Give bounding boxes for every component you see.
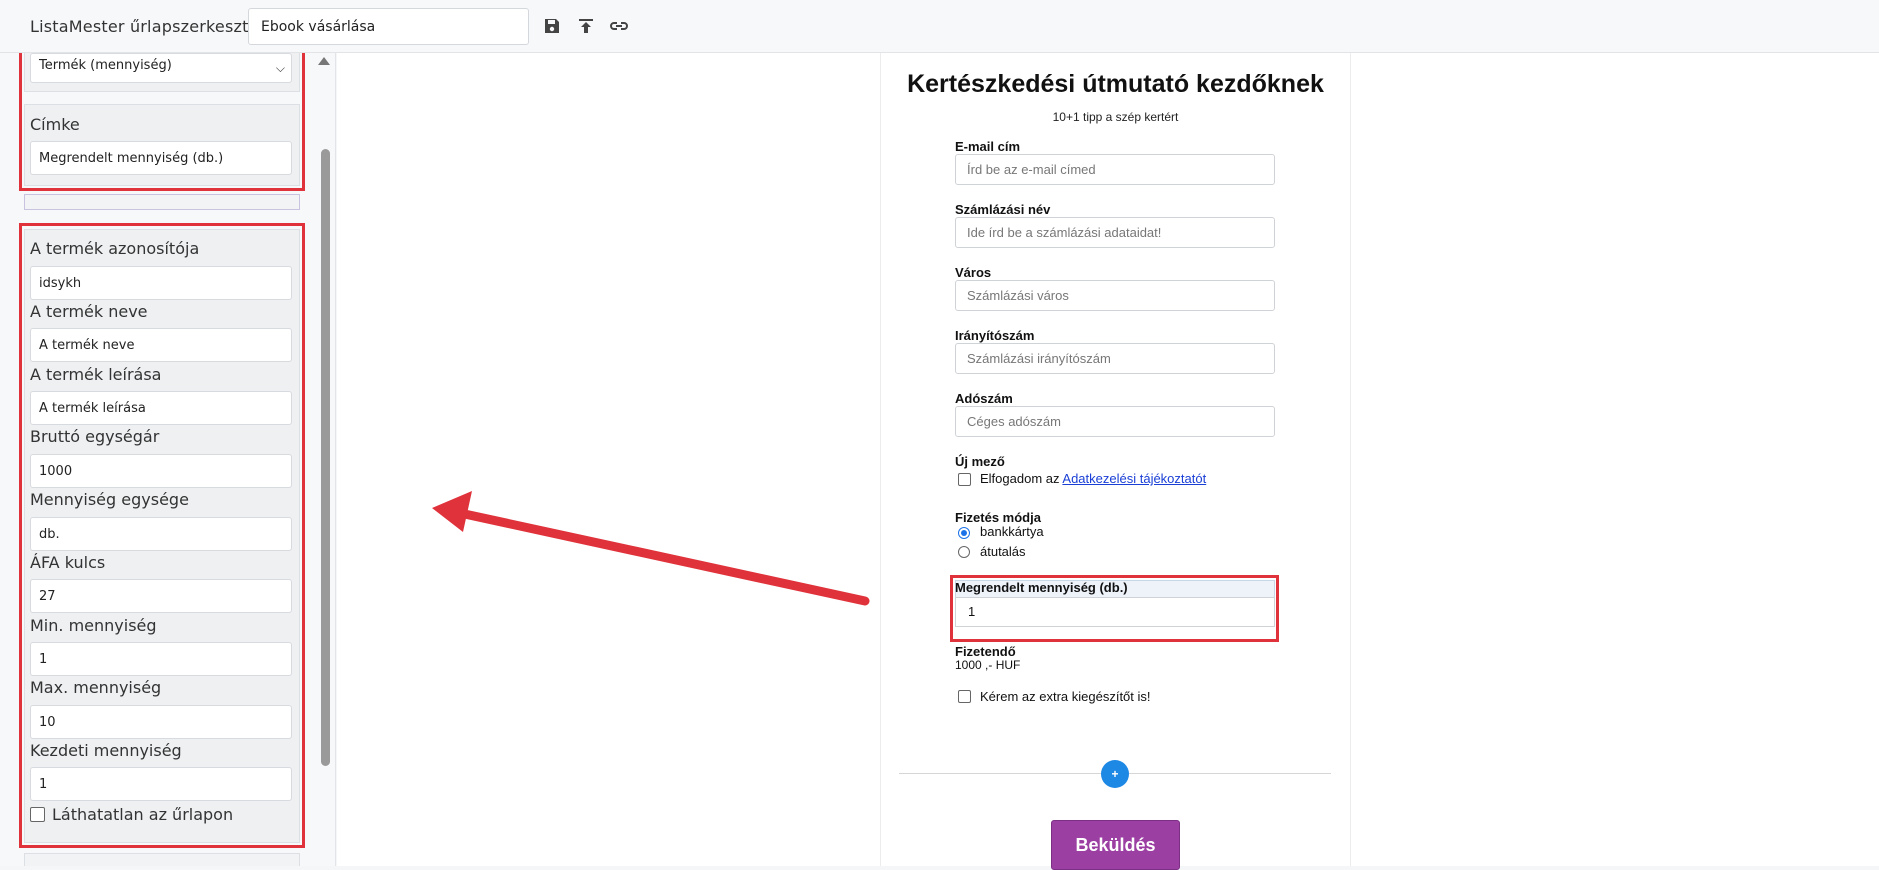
- city-input[interactable]: Számlázási város: [955, 280, 1275, 311]
- extra-checkbox[interactable]: [958, 690, 971, 703]
- payable-label: Fizetendő: [955, 644, 1016, 659]
- tax-number-label: Adószám: [955, 391, 1013, 406]
- consent-text: Elfogadom az Adatkezelési tájékoztatót: [980, 471, 1206, 486]
- extra-label: Kérem az extra kiegészítőt is!: [980, 689, 1151, 704]
- scroll-up-arrow-icon[interactable]: [318, 57, 330, 65]
- city-label: Város: [955, 265, 992, 280]
- form-name-input[interactable]: [248, 8, 529, 45]
- link-icon[interactable]: [607, 14, 631, 38]
- add-field-button[interactable]: +: [1101, 760, 1129, 788]
- email-label: E-mail cím: [955, 139, 1021, 154]
- upload-icon[interactable]: [574, 14, 598, 38]
- sidebar-scrollbar-thumb[interactable]: [321, 149, 330, 766]
- next-panel: [24, 853, 300, 866]
- tax-number-input[interactable]: Céges adószám: [955, 406, 1275, 437]
- zip-input[interactable]: Számlázási irányítószám: [955, 343, 1275, 374]
- billing-name-label: Számlázási név: [955, 202, 1051, 217]
- save-icon[interactable]: [540, 14, 564, 38]
- field-settings-sidebar[interactable]: Termék (mennyiség) ⌵ Címke A termék azon…: [0, 53, 336, 866]
- payment-card-label: bankkártya: [980, 524, 1044, 539]
- consent-checkbox[interactable]: [958, 473, 971, 486]
- app-title: ListaMester űrlapszerkesztő:: [30, 17, 265, 36]
- form-title: Kertészkedési útmutató kezdőknek: [907, 70, 1324, 98]
- billing-name-input[interactable]: Ide írd be a számlázási adataidat!: [955, 217, 1275, 248]
- highlight-label-section: [19, 53, 305, 191]
- form-subtitle: 10+1 tipp a szép kertért: [1052, 110, 1179, 124]
- highlight-quantity-field: [950, 575, 1279, 642]
- payable-value: 1000 ,- HUF: [955, 658, 1021, 672]
- top-bar: ListaMester űrlapszerkesztő:: [0, 0, 1879, 53]
- submit-button[interactable]: Beküldés: [1051, 820, 1180, 870]
- annotation-arrow: [432, 491, 870, 606]
- email-input[interactable]: Írd be az e-mail címed: [955, 154, 1275, 185]
- highlight-product-section: [19, 223, 305, 848]
- new-field-label: Új mező: [955, 454, 1005, 469]
- spacer-panel: [24, 194, 300, 210]
- zip-label: Irányítószám: [955, 328, 1035, 343]
- payment-transfer-label: átutalás: [980, 544, 1026, 559]
- payment-card-radio[interactable]: [958, 527, 970, 539]
- payment-transfer-radio[interactable]: [958, 546, 970, 558]
- consent-prefix: Elfogadom az: [980, 471, 1060, 486]
- payment-method-label: Fizetés módja: [955, 510, 1041, 525]
- privacy-policy-link[interactable]: Adatkezelési tájékoztatót: [1062, 471, 1206, 486]
